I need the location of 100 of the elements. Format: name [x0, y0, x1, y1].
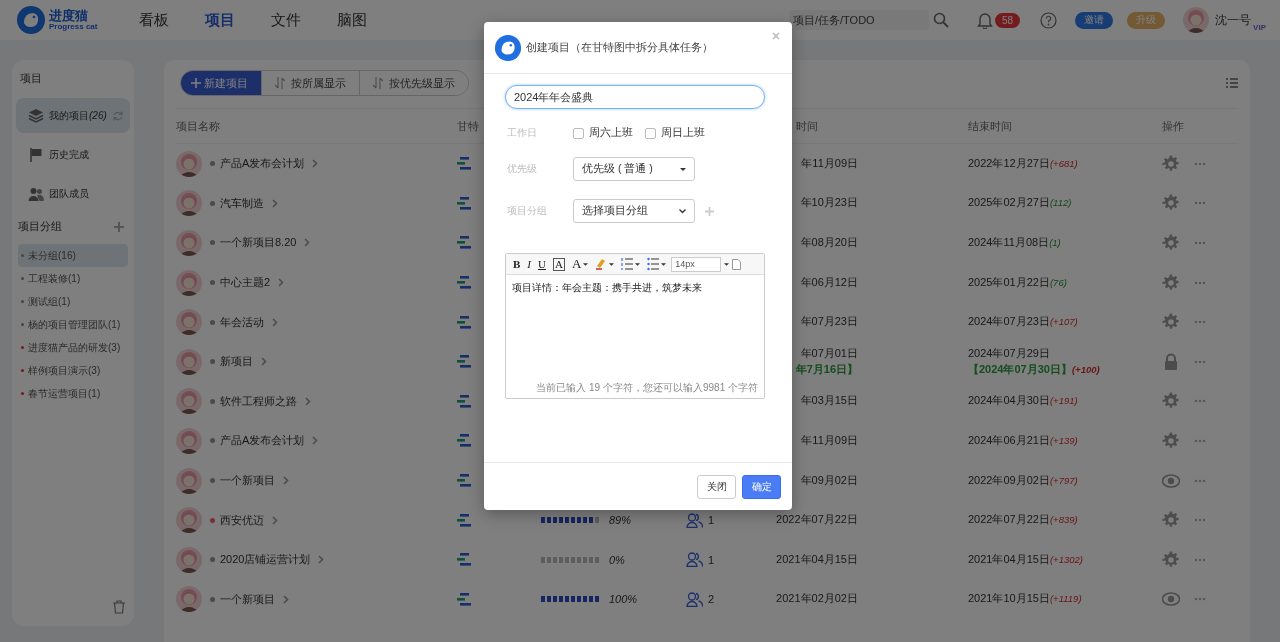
chevron-icon[interactable] [272, 317, 278, 327]
font-size-field[interactable]: 14px [671, 256, 722, 272]
close-button[interactable]: 关闭 [697, 474, 736, 499]
more-icon[interactable] [1194, 201, 1206, 206]
settings-icon[interactable] [1162, 550, 1180, 569]
gantt-icon[interactable] [457, 355, 471, 369]
close-button[interactable] [772, 32, 780, 40]
project-name[interactable]: 西安优迈 [220, 512, 264, 528]
more-icon[interactable] [1194, 557, 1206, 562]
more-icon[interactable] [1194, 320, 1206, 325]
project-name[interactable]: 年会活动 [220, 314, 264, 330]
page-icon[interactable] [732, 258, 742, 270]
nav-tab[interactable]: 看板 [139, 10, 170, 30]
chevron-icon[interactable] [318, 555, 325, 565]
project-name[interactable]: 汽车制造 [220, 195, 264, 211]
more-icon[interactable] [1194, 241, 1206, 245]
sidebar-item[interactable]: 我的项目(26) [16, 98, 130, 133]
settings-icon[interactable] [1162, 511, 1180, 530]
trash-icon[interactable] [112, 599, 126, 614]
refresh-icon[interactable] [111, 109, 124, 122]
project-name[interactable]: 中心主题2 [220, 275, 271, 291]
invite-button[interactable]: 邀请 [1075, 11, 1114, 29]
group-item[interactable]: 测试组(1) [18, 290, 128, 313]
settings-icon[interactable] [1162, 194, 1180, 213]
chevron-icon[interactable] [283, 594, 289, 604]
gantt-icon[interactable] [457, 592, 471, 606]
group-item[interactable]: 春节运营项目(1) [18, 382, 128, 405]
chevron-icon[interactable] [278, 278, 285, 288]
more-icon[interactable] [1194, 478, 1206, 483]
sidebar-item[interactable]: 历史完成 [16, 137, 130, 172]
project-name[interactable]: 一个新项目8.20 [220, 235, 297, 251]
chevron-icon[interactable] [305, 396, 311, 406]
group-item[interactable]: 进度猫产品的研发(3) [18, 336, 128, 359]
nav-tab[interactable]: 项目 [205, 10, 236, 30]
chevron-icon[interactable] [312, 436, 319, 446]
more-icon[interactable] [1194, 399, 1206, 404]
project-name-field[interactable]: 2024年年会盛典 [505, 85, 765, 109]
new-project-button[interactable]: 新建项目 [181, 71, 261, 95]
format-button[interactable] [593, 256, 617, 272]
gantt-icon[interactable] [457, 394, 471, 408]
add-icon[interactable] [114, 221, 124, 232]
chevron-icon[interactable] [272, 515, 278, 525]
project-name[interactable]: 一个新项目 [220, 473, 275, 489]
more-icon[interactable] [1194, 359, 1206, 364]
group-item[interactable]: 杨的项目管理团队(1) [18, 313, 128, 336]
format-button[interactable]: A [550, 256, 567, 272]
gantt-icon[interactable] [457, 196, 471, 210]
chevron-icon[interactable] [304, 238, 311, 248]
settings-icon[interactable] [1162, 273, 1180, 292]
nav-tab[interactable]: 脑图 [337, 10, 368, 30]
format-button[interactable]: B [511, 256, 523, 272]
gantt-icon[interactable] [457, 434, 471, 448]
gantt-icon[interactable] [457, 553, 471, 567]
gantt-icon[interactable] [457, 276, 471, 290]
chevron-icon[interactable] [283, 476, 289, 486]
add-icon[interactable] [705, 206, 714, 216]
more-icon[interactable] [1194, 518, 1206, 523]
gantt-icon[interactable] [457, 474, 471, 488]
project-name[interactable]: 一个新项目 [220, 591, 275, 607]
sidebar-item[interactable]: 团队成员 [16, 176, 130, 211]
project-name[interactable]: 软件工程师之路 [220, 393, 297, 409]
format-button[interactable] [619, 256, 643, 272]
more-icon[interactable] [1194, 438, 1206, 443]
gantt-icon[interactable] [457, 236, 471, 250]
more-icon[interactable] [1194, 280, 1206, 285]
eye-icon[interactable] [1162, 471, 1180, 490]
confirm-button[interactable]: 确定 [742, 474, 781, 499]
format-button[interactable]: U [536, 256, 548, 272]
settings-icon[interactable] [1162, 234, 1180, 252]
chevron-icon[interactable] [312, 159, 319, 169]
settings-icon[interactable] [1162, 431, 1180, 450]
format-button[interactable]: A [569, 256, 591, 272]
group-item[interactable]: 工程装修(1) [18, 267, 128, 290]
chevron-icon[interactable] [272, 198, 278, 208]
group-select[interactable]: 选择项目分组 [573, 199, 695, 223]
format-button[interactable] [645, 256, 669, 272]
more-icon[interactable] [1194, 597, 1206, 602]
gantt-icon[interactable] [457, 157, 471, 171]
gantt-icon[interactable] [457, 315, 471, 329]
checkbox[interactable] [573, 127, 584, 139]
lock-icon[interactable] [1162, 352, 1180, 371]
help-icon[interactable] [1040, 11, 1058, 29]
group-item[interactable]: 未分组(16) [18, 244, 128, 267]
list-view-icon[interactable] [1226, 78, 1238, 88]
format-button[interactable]: I [525, 256, 533, 272]
settings-icon[interactable] [1162, 154, 1180, 173]
project-name[interactable]: 2020店铺运营计划 [220, 552, 311, 568]
eye-icon[interactable] [1162, 590, 1180, 609]
nav-tab[interactable]: 文件 [271, 10, 302, 30]
rich-text-editor[interactable]: B I U A A 14px 项目详情：年会主题：携手共进，筑梦未来 当前已输入 19 个字符，您还可以输入9981 个字符 [505, 253, 765, 399]
more-icon[interactable] [1194, 161, 1206, 166]
priority-select[interactable]: 优先级 ( 普通 ) [573, 157, 695, 181]
settings-icon[interactable] [1162, 392, 1180, 411]
search-icon[interactable] [932, 12, 949, 28]
settings-icon[interactable] [1162, 313, 1180, 332]
project-name[interactable]: 新项目 [220, 354, 253, 370]
group-item[interactable]: 样例项目演示(3) [18, 359, 128, 382]
checkbox[interactable] [645, 127, 656, 139]
project-name[interactable]: 产品A发布会计划 [220, 433, 305, 449]
chevron-icon[interactable] [261, 357, 267, 367]
